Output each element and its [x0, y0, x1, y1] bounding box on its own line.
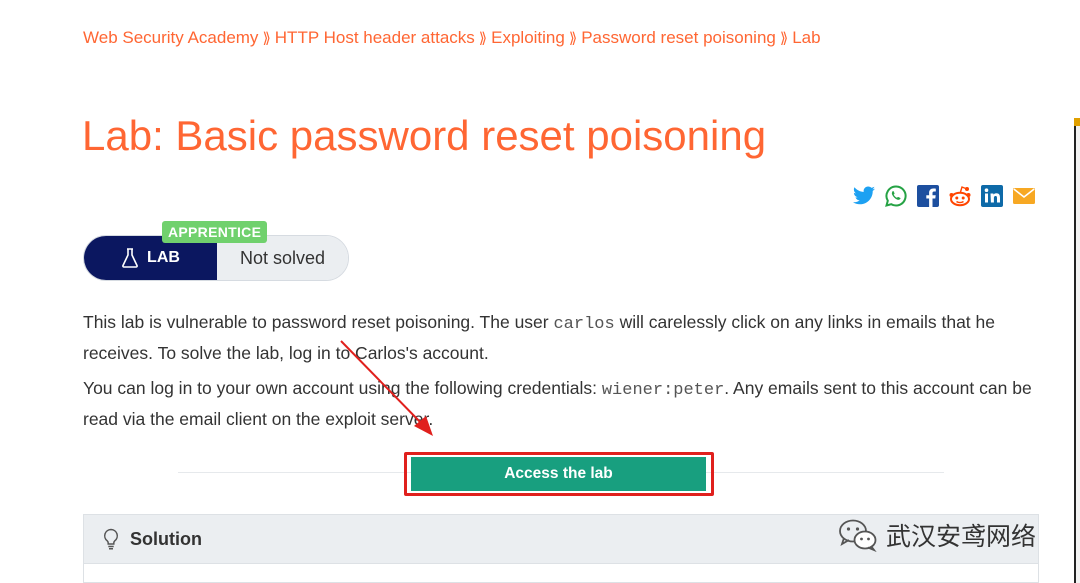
page-edge-scrollbar[interactable]	[1074, 118, 1080, 583]
breadcrumb-separator: ⟫	[568, 30, 578, 47]
username-code: carlos	[553, 315, 615, 334]
apprentice-level-badge: APPRENTICE	[162, 221, 268, 243]
lab-status-badge: APPRENTICE LAB Not solved	[83, 221, 349, 281]
lightbulb-icon	[103, 528, 119, 550]
watermark-text: 武汉安鸢网络	[886, 522, 1037, 551]
flask-icon	[122, 248, 138, 268]
lab-description-paragraph-1: This lab is vulnerable to password reset…	[83, 308, 1043, 368]
reddit-icon[interactable]	[948, 184, 972, 208]
description-text: You can log in to your own account using…	[83, 378, 602, 398]
breadcrumb-separator: ⟫	[262, 30, 271, 47]
credentials-code: wiener:peter	[601, 381, 725, 400]
page-title: Lab: Basic password reset poisoning	[82, 112, 767, 159]
description-text: This lab is vulnerable to password reset…	[83, 312, 554, 332]
solution-body	[83, 564, 1039, 583]
wechat-watermark: 武汉安鸢网络	[838, 517, 1036, 553]
breadcrumb-separator: ⟫	[779, 30, 789, 47]
breadcrumb: Web Security Academy ⟫ HTTP Host header at…	[83, 28, 821, 48]
wechat-icon	[839, 519, 877, 552]
breadcrumb-exploiting[interactable]: Exploiting	[491, 28, 565, 47]
facebook-icon[interactable]	[916, 184, 940, 208]
breadcrumb-lab[interactable]: Lab	[792, 28, 820, 47]
email-icon[interactable]	[1012, 184, 1036, 208]
breadcrumb-password-reset-poisoning[interactable]: Password reset poisoning	[581, 28, 776, 47]
share-icons	[852, 184, 1036, 208]
whatsapp-icon[interactable]	[884, 184, 908, 208]
lab-description-paragraph-2: You can log in to your own account using…	[83, 374, 1043, 434]
solution-label: Solution	[130, 528, 202, 549]
breadcrumb-separator: ⟫	[478, 30, 488, 47]
access-the-lab-button[interactable]: Access the lab	[411, 457, 706, 491]
twitter-icon[interactable]	[852, 184, 876, 208]
breadcrumb-http-host-header-attacks[interactable]: HTTP Host header attacks	[275, 28, 475, 47]
breadcrumb-web-security-academy[interactable]: Web Security Academy	[83, 28, 258, 47]
lab-label-text: LAB	[147, 249, 180, 266]
linkedin-icon[interactable]	[980, 184, 1004, 208]
